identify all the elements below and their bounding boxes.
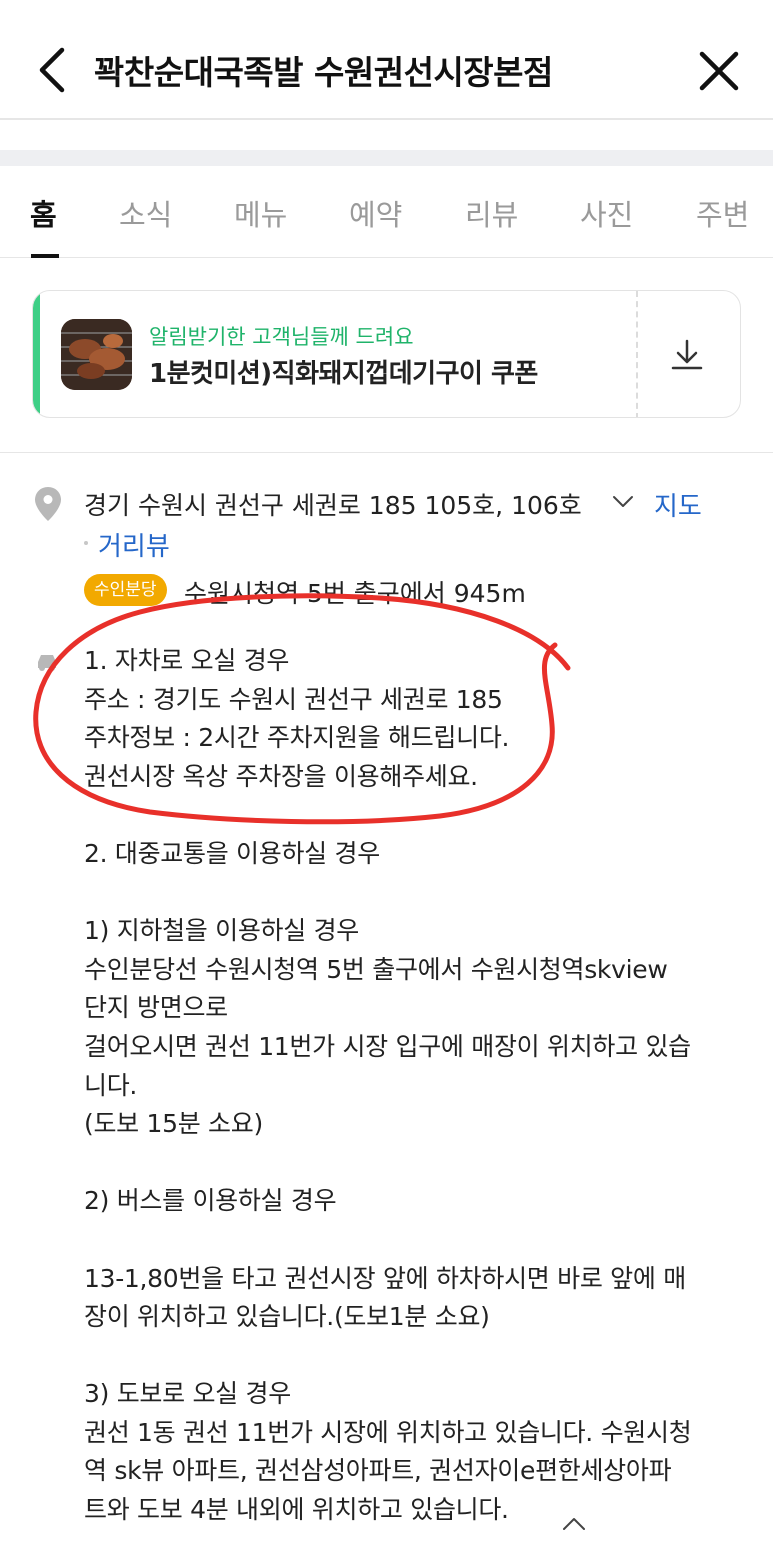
coupon-subtitle: 알림받기한 고객님들께 드려요 — [149, 325, 414, 349]
tab-nearby[interactable]: 주변 — [696, 192, 749, 234]
address-text: 경기 수원시 권선구 세권로 185 105호, 106호 — [84, 491, 582, 520]
active-tab-indicator — [31, 254, 59, 258]
directions-line — [84, 1221, 744, 1260]
coupon-accent-bar — [33, 291, 40, 417]
section-separator — [0, 452, 773, 453]
chevron-down-icon[interactable] — [612, 494, 634, 510]
directions-line: (도보 15분 소요) — [84, 1109, 263, 1139]
directions-line — [84, 1144, 744, 1183]
chevron-up-icon[interactable] — [562, 1516, 586, 1532]
subway-line-badge: 수인분당 — [84, 574, 167, 606]
directions-text: 1. 자차로 오실 경우주소 : 경기도 수원시 권선구 세권로 185 주차정보… — [84, 642, 744, 1530]
directions-line: 3) 도보로 오실 경우 — [84, 1379, 291, 1409]
close-icon — [699, 51, 739, 91]
directions-line: 권선시장 옥상 주차장을 이용해주세요. — [84, 761, 478, 791]
chevron-left-icon — [39, 47, 65, 93]
directions-line — [84, 874, 744, 913]
close-button[interactable] — [696, 48, 742, 94]
tab-reviews[interactable]: 리뷰 — [465, 192, 518, 234]
tab-home[interactable]: 홈 — [30, 192, 57, 234]
coupon-banner[interactable]: 알림받기한 고객님들께 드려요 1분컷미션)직화돼지껍데기구이 쿠폰 — [32, 290, 741, 418]
map-pin-icon — [34, 486, 62, 522]
directions-line: 2. 대중교통을 이용하실 경우 — [84, 838, 380, 868]
directions-line: 1. 자차로 오실 경우 — [84, 646, 290, 675]
coupon-divider — [636, 291, 638, 417]
tab-reservation[interactable]: 예약 — [349, 192, 402, 234]
directions-line: 걸어오시면 권선 11번가 시장 입구에 매장이 위치하고 있습 — [84, 1031, 691, 1061]
map-link[interactable]: 지도 — [654, 486, 702, 523]
directions-line: 2) 버스를 이용하실 경우 — [84, 1186, 337, 1216]
tab-photos[interactable]: 사진 — [580, 192, 633, 234]
directions-line: 니다. — [84, 1070, 138, 1100]
coupon-title: 1분컷미션)직화돼지껍데기구이 쿠폰 — [149, 359, 538, 389]
directions-line: 주차정보 : 2시간 주차지원을 해드립니다. — [84, 723, 510, 753]
tab-menu[interactable]: 메뉴 — [234, 192, 287, 234]
download-icon — [671, 339, 703, 370]
car-icon — [34, 648, 60, 674]
directions-line: 트와 도보 4분 내외에 위치하고 있습니다. — [84, 1495, 509, 1525]
street-view-link[interactable]: 거리뷰 — [98, 526, 170, 563]
directions-line: 권선 1동 권선 11번가 시장에 위치하고 있습니다. 수원시청 — [84, 1417, 692, 1447]
coupon-thumbnail — [61, 319, 132, 390]
coupon-download-button[interactable] — [669, 339, 705, 371]
directions-line: 주소 : 경기도 수원시 권선구 세권로 185 — [84, 684, 503, 714]
directions-line: 역 sk뷰 아파트, 권선삼성아파트, 권선자이e편한세상아파 — [84, 1456, 672, 1486]
directions-line: 1) 지하철을 이용하실 경우 — [84, 916, 360, 946]
directions-line — [84, 796, 744, 835]
directions-line: 단지 방면으로 — [84, 993, 228, 1023]
section-divider — [0, 150, 773, 166]
directions-line: 수인분당선 수원시청역 5번 출구에서 수원시청역skview — [84, 954, 668, 984]
tab-bar: 홈 소식 메뉴 예약 리뷰 사진 주변 — [0, 166, 773, 258]
directions-line: 13-1,80번을 타고 권선시장 앞에 하차하시면 바로 앞에 매 — [84, 1263, 686, 1293]
directions-line: 장이 위치하고 있습니다.(도보1분 소요) — [84, 1302, 490, 1332]
directions-line — [84, 1337, 744, 1376]
page-title: 꽉찬순대국족발 수원권선시장본점 — [94, 53, 553, 92]
top-bar: 꽉찬순대국족발 수원권선시장본점 — [0, 0, 773, 120]
bullet-dot — [84, 541, 88, 545]
tab-news[interactable]: 소식 — [119, 192, 172, 234]
subway-distance-text: 수원시청역 5번 출구에서 945m — [184, 579, 526, 608]
back-button[interactable] — [30, 44, 74, 96]
